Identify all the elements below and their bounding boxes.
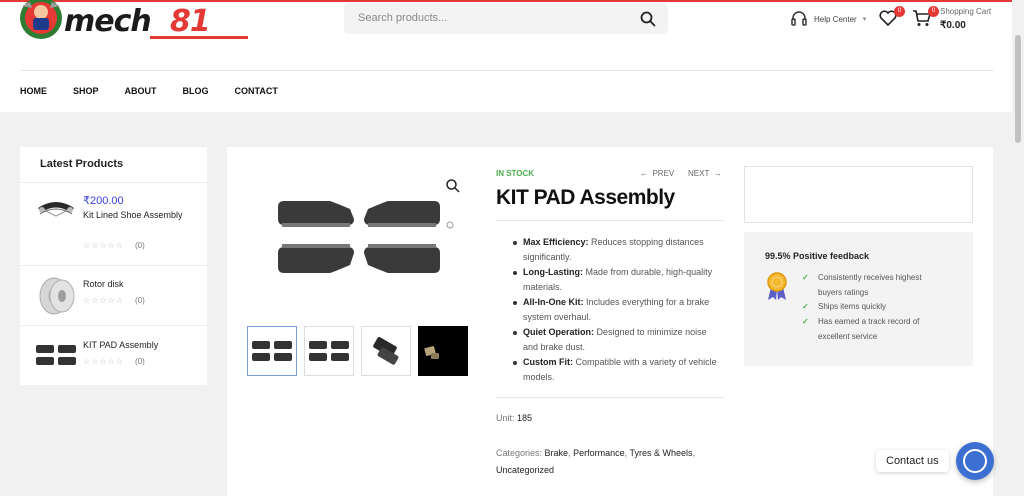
review-count: (0) bbox=[135, 357, 145, 366]
mech81-logo[interactable]: mech 81 bbox=[20, 0, 252, 48]
svg-text:mech: mech bbox=[64, 4, 151, 39]
feature-label: Long-Lasting: bbox=[523, 267, 583, 277]
feedback-text: Ships items quickly bbox=[818, 302, 887, 311]
feature-list: Max Efficiency: Reduces stopping distanc… bbox=[510, 235, 720, 385]
chat-bubble-icon bbox=[963, 449, 987, 473]
widget-title: Latest Products bbox=[40, 158, 124, 170]
feature-label: Quiet Operation: bbox=[523, 327, 595, 337]
unit-value: 185 bbox=[517, 413, 533, 423]
star-rating: ☆☆☆☆☆ bbox=[83, 296, 124, 305]
scrollbar-thumb[interactable] bbox=[1015, 35, 1021, 143]
stock-status: IN STOCK bbox=[496, 169, 535, 178]
product-thumbnail[interactable] bbox=[34, 194, 79, 239]
prev-product-link[interactable]: ← PREV bbox=[640, 169, 674, 178]
divider bbox=[20, 265, 207, 266]
divider bbox=[496, 220, 724, 221]
gallery-thumb-3[interactable] bbox=[361, 326, 411, 376]
nav-blog[interactable]: BLOG bbox=[183, 86, 209, 96]
seller-feedback-panel: 99.5% Positive feedback Consistently rec… bbox=[744, 232, 973, 366]
help-center-label[interactable]: Help Center bbox=[814, 15, 857, 24]
feedback-item: Ships items quickly bbox=[802, 299, 942, 314]
brake-pads-icon bbox=[309, 341, 349, 361]
gallery-thumb-2[interactable] bbox=[304, 326, 354, 376]
header-divider bbox=[20, 70, 994, 71]
gallery-thumb-4[interactable] bbox=[418, 326, 468, 376]
feature-label: All-In-One Kit: bbox=[523, 297, 584, 307]
empty-info-box bbox=[744, 166, 973, 223]
review-count: (0) bbox=[135, 296, 145, 305]
feature-label: Max Efficiency: bbox=[523, 237, 589, 247]
cart-label[interactable]: Shopping Cart bbox=[940, 7, 991, 16]
list-item[interactable]: KIT PAD Assembly ☆☆☆☆☆ (0) bbox=[34, 337, 204, 397]
feedback-text: Consistently receives highest buyers rat… bbox=[818, 273, 922, 297]
list-item: Custom Fit: Compatible with a variety of… bbox=[510, 355, 720, 385]
chat-button[interactable] bbox=[956, 442, 994, 480]
next-label[interactable]: NEXT bbox=[688, 169, 709, 178]
product-price: ₹200.00 bbox=[83, 195, 124, 207]
latest-products-widget: Latest Products ₹200.00 Kit Lined Shoe A… bbox=[20, 147, 207, 385]
category-link[interactable]: Performance bbox=[573, 448, 625, 458]
cart-total[interactable]: ₹0.00 bbox=[940, 20, 966, 31]
product-name[interactable]: KIT PAD Assembly bbox=[83, 338, 183, 353]
wishlist-count-badge: 0 bbox=[894, 6, 905, 17]
zoom-icon[interactable] bbox=[445, 178, 461, 194]
chevron-down-icon: ▾ bbox=[862, 16, 867, 23]
review-count: (0) bbox=[135, 241, 145, 250]
feature-label: Custom Fit: bbox=[523, 357, 573, 367]
list-item: Quiet Operation: Designed to minimize no… bbox=[510, 325, 720, 355]
product-main-image[interactable] bbox=[270, 195, 465, 295]
categories-label: Categories: bbox=[496, 448, 543, 458]
star-rating: ☆☆☆☆☆ bbox=[83, 241, 124, 250]
category-link[interactable]: Tyres & Wheels bbox=[629, 448, 692, 458]
svg-text:81: 81 bbox=[170, 4, 210, 39]
product-name[interactable]: Rotor disk bbox=[83, 277, 183, 292]
feedback-item: Has earned a track record of excellent s… bbox=[802, 314, 942, 344]
list-item: Max Efficiency: Reduces stopping distanc… bbox=[510, 235, 720, 265]
brake-pads-icon bbox=[373, 337, 399, 365]
help-center-link[interactable]: Help Center ▾ bbox=[790, 10, 866, 28]
medal-icon bbox=[767, 272, 787, 300]
nav-about[interactable]: ABOUT bbox=[125, 86, 157, 96]
list-item: All-In-One Kit: Includes everything for … bbox=[510, 295, 720, 325]
product-unit: Unit: 185 bbox=[496, 413, 532, 423]
cart-count-badge: 0 bbox=[928, 6, 939, 17]
divider bbox=[496, 397, 724, 398]
contact-us-label[interactable]: Contact us bbox=[876, 450, 949, 472]
arrow-left-icon: ← bbox=[640, 169, 653, 178]
search-icon[interactable] bbox=[638, 9, 658, 29]
search-input[interactable]: Search products... bbox=[358, 12, 447, 24]
feedback-text: Has earned a track record of excellent s… bbox=[818, 317, 920, 341]
headset-icon bbox=[791, 11, 807, 26]
divider bbox=[20, 182, 207, 183]
product-name[interactable]: Kit Lined Shoe Assembly bbox=[83, 208, 183, 223]
gallery-thumb-1[interactable] bbox=[247, 326, 297, 376]
list-item[interactable]: ₹200.00 Kit Lined Shoe Assembly ☆☆☆☆☆ (0… bbox=[34, 194, 204, 254]
star-rating: ☆☆☆☆☆ bbox=[83, 357, 124, 366]
main-nav: HOME SHOP ABOUT BLOG CONTACT bbox=[20, 86, 304, 96]
category-link[interactable]: Brake bbox=[545, 448, 569, 458]
divider bbox=[20, 325, 207, 326]
nav-contact[interactable]: CONTACT bbox=[235, 86, 278, 96]
product-thumbnail[interactable] bbox=[34, 337, 79, 382]
nav-shop[interactable]: SHOP bbox=[73, 86, 99, 96]
cart-button[interactable]: 0 bbox=[912, 6, 939, 29]
feedback-title: 99.5% Positive feedback bbox=[765, 251, 870, 261]
prev-label[interactable]: PREV bbox=[652, 169, 674, 178]
unit-label: Unit: bbox=[496, 413, 515, 423]
brake-pads-icon bbox=[252, 341, 292, 361]
product-categories: Categories: Brake, Performance, Tyres & … bbox=[496, 448, 695, 475]
list-item: Long-Lasting: Made from durable, high-qu… bbox=[510, 265, 720, 295]
category-link[interactable]: Uncategorized bbox=[496, 465, 554, 475]
product-thumbnail[interactable] bbox=[34, 274, 79, 319]
nav-home[interactable]: HOME bbox=[20, 86, 47, 96]
next-product-link[interactable]: NEXT → bbox=[688, 169, 722, 178]
product-title: KIT PAD Assembly bbox=[496, 186, 675, 209]
arrow-right-icon: → bbox=[709, 169, 722, 178]
brake-pads-icon bbox=[424, 346, 439, 359]
feedback-item: Consistently receives highest buyers rat… bbox=[802, 270, 942, 300]
search-bar[interactable]: Search products... bbox=[344, 3, 668, 34]
wishlist-button[interactable]: 0 bbox=[878, 6, 905, 29]
